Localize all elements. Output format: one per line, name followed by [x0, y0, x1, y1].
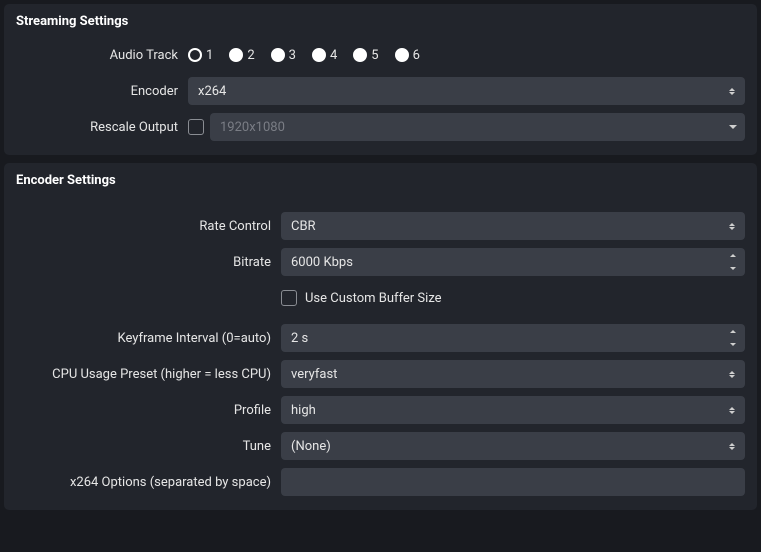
x264-options-row: x264 Options (separated by space) [16, 468, 745, 496]
updown-caret-icon [723, 81, 741, 101]
tune-select[interactable]: (None) [281, 432, 745, 460]
tune-value: (None) [291, 439, 331, 454]
tune-row: Tune (None) [16, 432, 745, 460]
spin-down-button[interactable] [725, 263, 741, 274]
updown-caret-icon [723, 216, 741, 236]
profile-value: high [291, 403, 316, 418]
radio-icon [395, 48, 409, 62]
radio-icon [353, 48, 367, 62]
audio-track-radio-5[interactable]: 5 [353, 48, 378, 63]
x264-options-input[interactable] [281, 468, 745, 496]
radio-label: 4 [330, 48, 337, 63]
profile-row: Profile high [16, 396, 745, 424]
audio-track-radio-group: 1 2 3 4 5 6 [188, 48, 745, 63]
spin-up-button[interactable] [725, 250, 741, 261]
chevron-down-icon [729, 125, 737, 129]
encoder-settings-panel: Encoder Settings Rate Control CBR Bitrat… [4, 163, 757, 510]
radio-label: 3 [289, 48, 296, 63]
updown-caret-icon [723, 400, 741, 420]
keyframe-label: Keyframe Interval (0=auto) [16, 331, 281, 346]
rescale-label: Rescale Output [16, 120, 188, 135]
cpu-preset-select[interactable]: veryfast [281, 360, 745, 388]
rescale-output-row: Rescale Output 1920x1080 [16, 113, 745, 141]
audio-track-label: Audio Track [16, 48, 188, 63]
bitrate-row: Bitrate 6000 Kbps [16, 248, 745, 276]
audio-track-radio-6[interactable]: 6 [395, 48, 420, 63]
rescale-checkbox[interactable] [188, 119, 204, 135]
audio-track-radio-3[interactable]: 3 [271, 48, 296, 63]
updown-caret-icon [723, 436, 741, 456]
audio-track-row: Audio Track 1 2 3 4 5 [16, 41, 745, 69]
audio-track-radio-1[interactable]: 1 [188, 48, 213, 63]
radio-icon [271, 48, 285, 62]
encoder-row: Encoder x264 [16, 77, 745, 105]
encoder-title: Encoder Settings [16, 173, 745, 188]
radio-label: 6 [413, 48, 420, 63]
x264-options-label: x264 Options (separated by space) [16, 475, 281, 490]
spin-down-button[interactable] [725, 339, 741, 350]
profile-select[interactable]: high [281, 396, 745, 424]
cpu-preset-value: veryfast [291, 367, 337, 382]
custom-buffer-row: Use Custom Buffer Size [16, 284, 745, 312]
radio-label: 2 [247, 48, 254, 63]
encoder-value: x264 [198, 84, 226, 99]
custom-buffer-checkbox[interactable] [281, 290, 297, 306]
rescale-value: 1920x1080 [220, 120, 285, 135]
rescale-select[interactable]: 1920x1080 [210, 113, 745, 141]
spin-up-button[interactable] [725, 326, 741, 337]
keyframe-value: 2 s [291, 331, 308, 346]
rate-control-select[interactable]: CBR [281, 212, 745, 240]
updown-caret-icon [723, 364, 741, 384]
encoder-select[interactable]: x264 [188, 77, 745, 105]
bitrate-label: Bitrate [16, 255, 281, 270]
bitrate-spinbox[interactable]: 6000 Kbps [281, 248, 745, 276]
radio-label: 1 [206, 48, 213, 63]
radio-icon [312, 48, 326, 62]
profile-label: Profile [16, 403, 281, 418]
streaming-title: Streaming Settings [16, 14, 745, 29]
tune-label: Tune [16, 439, 281, 454]
cpu-preset-label: CPU Usage Preset (higher = less CPU) [16, 367, 281, 382]
rate-control-label: Rate Control [16, 219, 281, 234]
rate-control-value: CBR [291, 219, 316, 234]
audio-track-radio-2[interactable]: 2 [229, 48, 254, 63]
encoder-label: Encoder [16, 84, 188, 99]
custom-buffer-label: Use Custom Buffer Size [305, 291, 442, 306]
streaming-settings-panel: Streaming Settings Audio Track 1 2 3 4 [4, 4, 757, 155]
radio-label: 5 [371, 48, 378, 63]
radio-icon [229, 48, 243, 62]
radio-icon [188, 48, 202, 62]
audio-track-radio-4[interactable]: 4 [312, 48, 337, 63]
keyframe-row: Keyframe Interval (0=auto) 2 s [16, 324, 745, 352]
cpu-preset-row: CPU Usage Preset (higher = less CPU) ver… [16, 360, 745, 388]
bitrate-value: 6000 Kbps [291, 255, 353, 270]
keyframe-spinbox[interactable]: 2 s [281, 324, 745, 352]
rate-control-row: Rate Control CBR [16, 212, 745, 240]
